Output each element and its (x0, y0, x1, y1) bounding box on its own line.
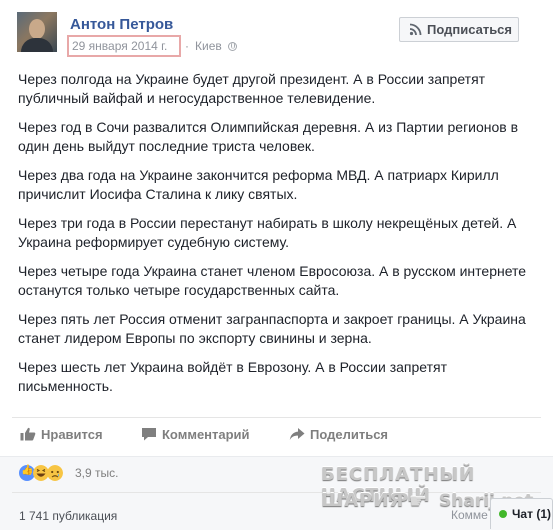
post-location[interactable]: Киев (195, 39, 222, 53)
watermark-line-2: ШАРИЯ (321, 490, 405, 511)
chat-tab[interactable]: Чат (1) (490, 498, 553, 529)
avatar-shoulders (21, 38, 53, 52)
post-paragraph: Через пять лет Россия отменит загранпасп… (18, 311, 526, 346)
avatar-face (29, 19, 45, 39)
actions-top-divider (12, 417, 541, 418)
meta-separator: · (185, 39, 189, 53)
rss-icon (409, 23, 422, 36)
post-paragraph: Через полгода на Украине будет другой пр… (18, 71, 486, 106)
post-text: Через полгода на Украине будет другой пр… (18, 70, 538, 406)
post-actions: Нравится Комментарий Поделиться (0, 424, 553, 448)
share-icon (289, 428, 305, 440)
post-paragraph: Через два года на Украине закончится реф… (18, 167, 499, 202)
thumbs-up-icon (20, 427, 36, 441)
shares-count[interactable]: 1 741 публикация (19, 509, 117, 523)
like-label: Нравится (41, 427, 103, 442)
post-paragraph: Через четыре года Украина станет членом … (18, 263, 527, 298)
globe-icon[interactable] (228, 42, 237, 51)
post-date[interactable]: 29 января 2014 г. (72, 39, 167, 53)
online-status-icon (499, 510, 507, 518)
comment-field-partial[interactable]: Комме (451, 508, 488, 522)
author-name[interactable]: Антон Петров (70, 16, 173, 33)
subscribe-label: Подписаться (427, 22, 513, 37)
reactions-count[interactable]: 3,9 тыс. (75, 466, 118, 480)
post-meta: 29 января 2014 г. · Киев (67, 35, 237, 59)
post-paragraph: Через шесть лет Украина войдёт в Еврозон… (18, 359, 447, 394)
post-paragraph: Через год в Сочи развалится Олимпийская … (18, 119, 519, 154)
chat-label: Чат (1) (512, 507, 551, 521)
post-paragraph: Через три года в России перестанут набир… (18, 215, 517, 250)
share-label: Поделиться (310, 427, 389, 442)
sad-reaction-icon[interactable] (47, 465, 63, 481)
author-avatar[interactable] (17, 12, 57, 52)
pointing-hand-icon: ☛ (409, 489, 427, 513)
comment-icon (142, 428, 156, 441)
facebook-post: Антон Петров 29 января 2014 г. · Киев По… (0, 0, 553, 530)
comment-label: Комментарий (162, 427, 250, 442)
subscribe-button[interactable]: Подписаться (399, 17, 519, 42)
